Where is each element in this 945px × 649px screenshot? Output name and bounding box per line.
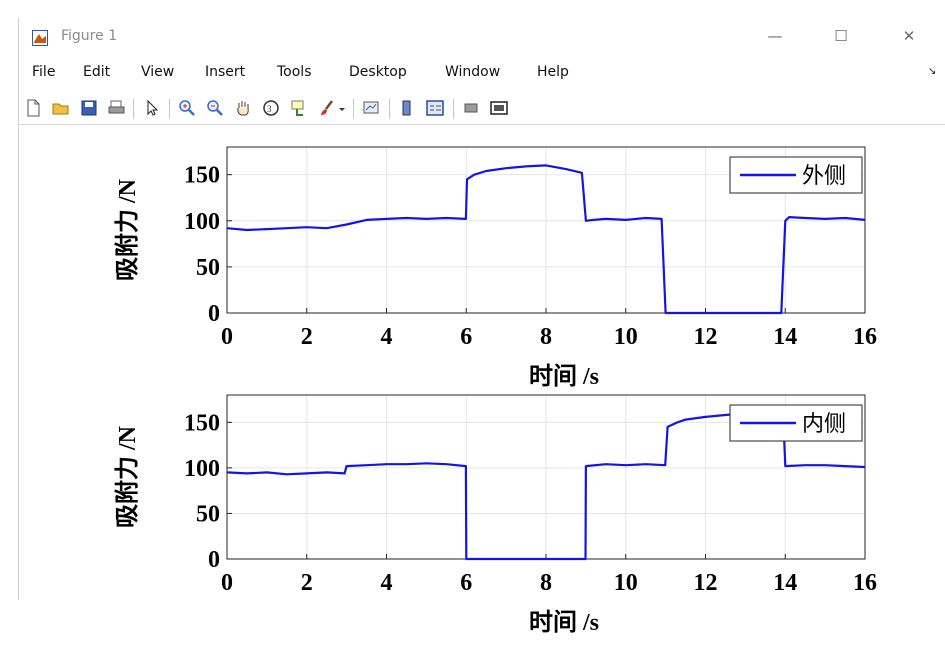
chart1-y-tick-label: 100 — [184, 209, 220, 235]
chart1-y-tick-label: 50 — [196, 255, 220, 281]
chart2-x-tick-label: 4 — [381, 570, 393, 596]
chart2-y-tick-label: 0 — [208, 547, 220, 573]
chart1-x-tick-label: 4 — [381, 324, 393, 350]
chart1-x-tick-label: 16 — [853, 324, 877, 350]
chart1-y-tick-label: 0 — [208, 301, 220, 327]
chart1-y-tick-label: 150 — [184, 163, 220, 189]
chart1-y-axis-label: 吸附力 /N — [113, 178, 141, 281]
chart1-x-tick-label: 14 — [773, 324, 797, 350]
chart2-x-tick-label: 2 — [301, 570, 313, 596]
chart2-y-tick-label: 50 — [196, 501, 220, 527]
chart1-x-tick-label: 2 — [301, 324, 313, 350]
chart1-x-tick-label: 10 — [614, 324, 638, 350]
chart2-x-tick-label: 6 — [460, 570, 472, 596]
chart2-x-tick-label: 8 — [540, 570, 552, 596]
chart2-x-tick-label: 12 — [694, 570, 718, 596]
chart2-x-tick-label: 14 — [773, 570, 797, 596]
chart2-y-tick-label: 150 — [184, 410, 220, 436]
chart1-x-tick-label: 12 — [694, 324, 718, 350]
chart1-x-tick-label: 6 — [460, 324, 472, 350]
chart2-y-axis-label: 吸附力 /N — [113, 425, 141, 528]
chart2-x-tick-label: 10 — [614, 570, 638, 596]
chart1-x-tick-label: 8 — [540, 324, 552, 350]
chart1-x-tick-label: 0 — [221, 324, 233, 350]
chart2-x-tick-label: 0 — [221, 570, 233, 596]
figure-canvas: 0 2 4 6 8 10 12 14 16050100150时间 /s吸附力 /N外侧0 2 4 6 8… — [113, 146, 877, 636]
chart1-x-axis-label: 时间 /s — [529, 363, 599, 390]
chart2-x-tick-label: 16 — [853, 570, 877, 596]
chart2-x-axis-label: 时间 /s — [529, 609, 599, 636]
chart2-y-tick-label: 100 — [184, 456, 220, 482]
chart1-legend-label: 外侧 — [802, 163, 846, 188]
chart2-legend-label: 内侧 — [802, 411, 846, 436]
